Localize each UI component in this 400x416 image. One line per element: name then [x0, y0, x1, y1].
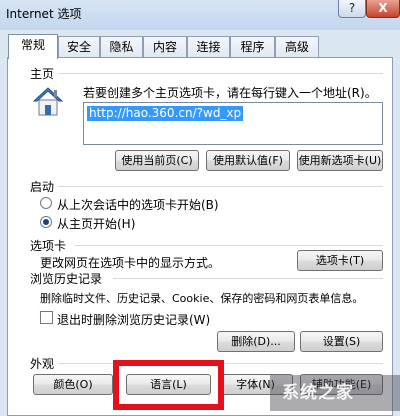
radio-last-session-label[interactable]: 从上次会话中的选项卡开始(B)	[57, 196, 219, 213]
home-page-url-value[interactable]: http://hao.360.cn/?wd_xp	[87, 106, 244, 121]
house-icon	[32, 87, 64, 116]
use-new-tab-button[interactable]: 使用新选项卡(U)	[297, 150, 383, 171]
title-bar: Internet 选项 ? X	[0, 0, 400, 30]
tab-advanced[interactable]: 高级	[275, 36, 319, 58]
startup-section-label: 启动	[30, 180, 55, 194]
home-description: 若要创建多个主页选项卡，请在每行键入一个地址(R)。	[83, 86, 377, 100]
delete-on-exit-label[interactable]: 退出时删除浏览历史记录(W)	[57, 311, 210, 328]
watermark: 系统之家	[270, 375, 400, 411]
colors-button[interactable]: 颜色(O)	[33, 374, 113, 395]
radio-home-page[interactable]	[40, 216, 52, 228]
window-title: Internet 选项	[6, 7, 82, 21]
tab-general[interactable]: 常规	[8, 34, 58, 59]
startup-section-divider	[58, 186, 383, 187]
tabs-section-label: 选项卡	[30, 239, 67, 253]
history-section-label: 浏览历史记录	[30, 272, 103, 286]
appearance-section-label: 外观	[30, 357, 55, 371]
tab-security[interactable]: 安全	[58, 36, 100, 58]
use-current-button[interactable]: 使用当前页(C)	[115, 150, 199, 171]
close-button[interactable]: X	[366, 0, 400, 18]
tab-programs[interactable]: 程序	[230, 36, 275, 58]
radio-home-page-label[interactable]: 从主页开始(H)	[57, 215, 135, 232]
help-button[interactable]: ?	[338, 0, 366, 18]
tab-connections[interactable]: 连接	[187, 36, 230, 58]
tabs-description: 更改网页在选项卡中的显示方式。	[40, 256, 221, 270]
history-settings-button[interactable]: 设置(S)	[300, 331, 383, 352]
highlight-box	[113, 360, 224, 410]
home-page-urls-input[interactable]: http://hao.360.cn/?wd_xp	[83, 102, 383, 145]
radio-last-session[interactable]	[40, 197, 52, 209]
use-default-button[interactable]: 使用默认值(F)	[206, 150, 290, 171]
tabs-section-divider	[75, 245, 383, 246]
tab-content[interactable]: 内容	[143, 36, 187, 58]
tab-privacy[interactable]: 隐私	[100, 36, 143, 58]
home-section-label: 主页	[30, 67, 55, 81]
delete-on-exit-checkbox[interactable]	[40, 311, 53, 324]
tabs-settings-button[interactable]: 选项卡(T)	[297, 250, 383, 271]
delete-history-button[interactable]: 删除(D)...	[217, 331, 295, 352]
history-section-divider	[113, 278, 383, 279]
history-description: 删除临时文件、历史记录、Cookie、保存的密码和网页表单信息。	[40, 292, 364, 305]
home-section-divider	[58, 73, 383, 74]
